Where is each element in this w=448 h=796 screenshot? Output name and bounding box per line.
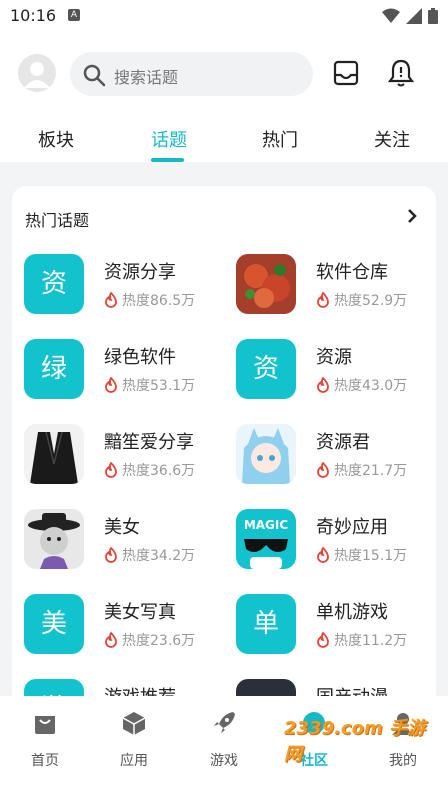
topic-name: 软件仓库 [316, 262, 388, 283]
cube-icon [122, 712, 146, 735]
inbox-icon[interactable] [333, 60, 359, 86]
topic-heat: 热度52.9万 [316, 290, 407, 310]
topic-heat: 热度21.7万 [316, 460, 407, 480]
nav-games[interactable]: 游戏 [189, 708, 259, 770]
topic-tile: 美 [24, 594, 84, 654]
search-icon [83, 64, 106, 87]
topic-name: 美女写真 [104, 602, 176, 623]
topic-heat: 热度43.0万 [316, 375, 407, 395]
flame-icon [105, 632, 117, 648]
status-bar: 10:16 A [0, 0, 448, 32]
topic-image-food [236, 254, 296, 314]
tab-sections[interactable]: 板块 [38, 126, 74, 152]
topic-image-suit [24, 424, 84, 484]
topic-name: 资源分享 [104, 262, 176, 283]
flame-icon [317, 292, 329, 308]
topic-heat: 热度36.6万 [104, 460, 195, 480]
wifi-icon [382, 8, 400, 23]
topic-heat: 热度15.1万 [316, 545, 407, 565]
nav-home[interactable]: 首页 [10, 708, 80, 770]
active-tab-indicator [151, 158, 184, 162]
topic-name: 资源 [316, 347, 352, 368]
topic-heat: 热度86.5万 [104, 290, 195, 310]
topic-tile: 资 [236, 339, 296, 399]
topic-item[interactable]: 资 资源分享 热度86.5万 [24, 254, 224, 318]
topic-heat: 热度11.2万 [316, 630, 407, 650]
topic-name: 绿色软件 [104, 347, 176, 368]
bottom-nav: 首页 应用 游戏 社区 我的 2339.com 手游网 [0, 696, 448, 796]
topic-item[interactable]: MAGIC 奇妙应用 热度15.1万 [236, 509, 436, 573]
search-placeholder: 搜索话题 [114, 68, 179, 87]
flame-icon [105, 547, 117, 563]
topic-name: 资源君 [316, 432, 370, 453]
search-input[interactable]: 搜索话题 [70, 52, 313, 96]
flame-icon [105, 292, 117, 308]
flame-icon [317, 377, 329, 393]
signal-icon [406, 8, 422, 24]
topic-item[interactable]: 资源君 热度21.7万 [236, 424, 436, 488]
topic-name: 奇妙应用 [316, 517, 388, 538]
flame-icon [317, 547, 329, 563]
hot-topics-card: 热门话题 资 资源分享 热度86.5万 软件仓库 热度52.9万 绿 绿色软件 … [12, 186, 436, 706]
flame-icon [317, 632, 329, 648]
tab-topics[interactable]: 话题 [151, 126, 187, 152]
battery-icon [428, 8, 438, 24]
topic-item[interactable]: 黯笙爱分享 热度36.6万 [24, 424, 224, 488]
bell-icon[interactable] [388, 59, 414, 87]
topic-tile: 资 [24, 254, 84, 314]
topic-heat: 热度23.6万 [104, 630, 195, 650]
watermark: 2339.com 手游网 [284, 718, 425, 765]
topic-image-cat [24, 509, 84, 569]
topic-name: 单机游戏 [316, 602, 388, 623]
top-header: 搜索话题 板块 话题 热门 关注 [0, 32, 448, 162]
rocket-icon [214, 712, 235, 733]
flame-icon [105, 377, 117, 393]
flame-icon [105, 462, 117, 478]
home-bag-icon [35, 716, 55, 734]
topic-image-anime [236, 424, 296, 484]
status-time: 10:16 [10, 6, 57, 25]
topic-tile: 绿 [24, 339, 84, 399]
topic-heat: 热度34.2万 [104, 545, 195, 565]
topic-item[interactable]: 美 美女写真 热度23.6万 [24, 594, 224, 658]
topic-heat: 热度53.1万 [104, 375, 195, 395]
topic-item[interactable]: 资 资源 热度43.0万 [236, 339, 436, 403]
hot-topics-title: 热门话题 [25, 211, 90, 230]
notification-a-icon: A [68, 9, 80, 21]
topic-name: 黯笙爱分享 [104, 432, 194, 453]
chevron-right-icon[interactable] [406, 208, 418, 224]
topic-item[interactable]: 美女 热度34.2万 [24, 509, 224, 573]
topic-item[interactable]: 绿 绿色软件 热度53.1万 [24, 339, 224, 403]
tab-following[interactable]: 关注 [374, 126, 410, 152]
topic-item[interactable]: 单 单机游戏 热度11.2万 [236, 594, 436, 658]
svg-text:MAGIC: MAGIC [244, 518, 289, 532]
flame-icon [317, 462, 329, 478]
topic-tile: 单 [236, 594, 296, 654]
topic-item[interactable]: 软件仓库 热度52.9万 [236, 254, 436, 318]
topic-name: 美女 [104, 517, 140, 538]
topic-image-magic: MAGIC [236, 509, 296, 569]
tab-bar: 板块 话题 热门 关注 [0, 122, 448, 162]
tab-hot[interactable]: 热门 [262, 126, 298, 152]
nav-apps[interactable]: 应用 [99, 708, 169, 770]
person-avatar-icon [24, 62, 50, 88]
avatar[interactable] [18, 54, 56, 92]
